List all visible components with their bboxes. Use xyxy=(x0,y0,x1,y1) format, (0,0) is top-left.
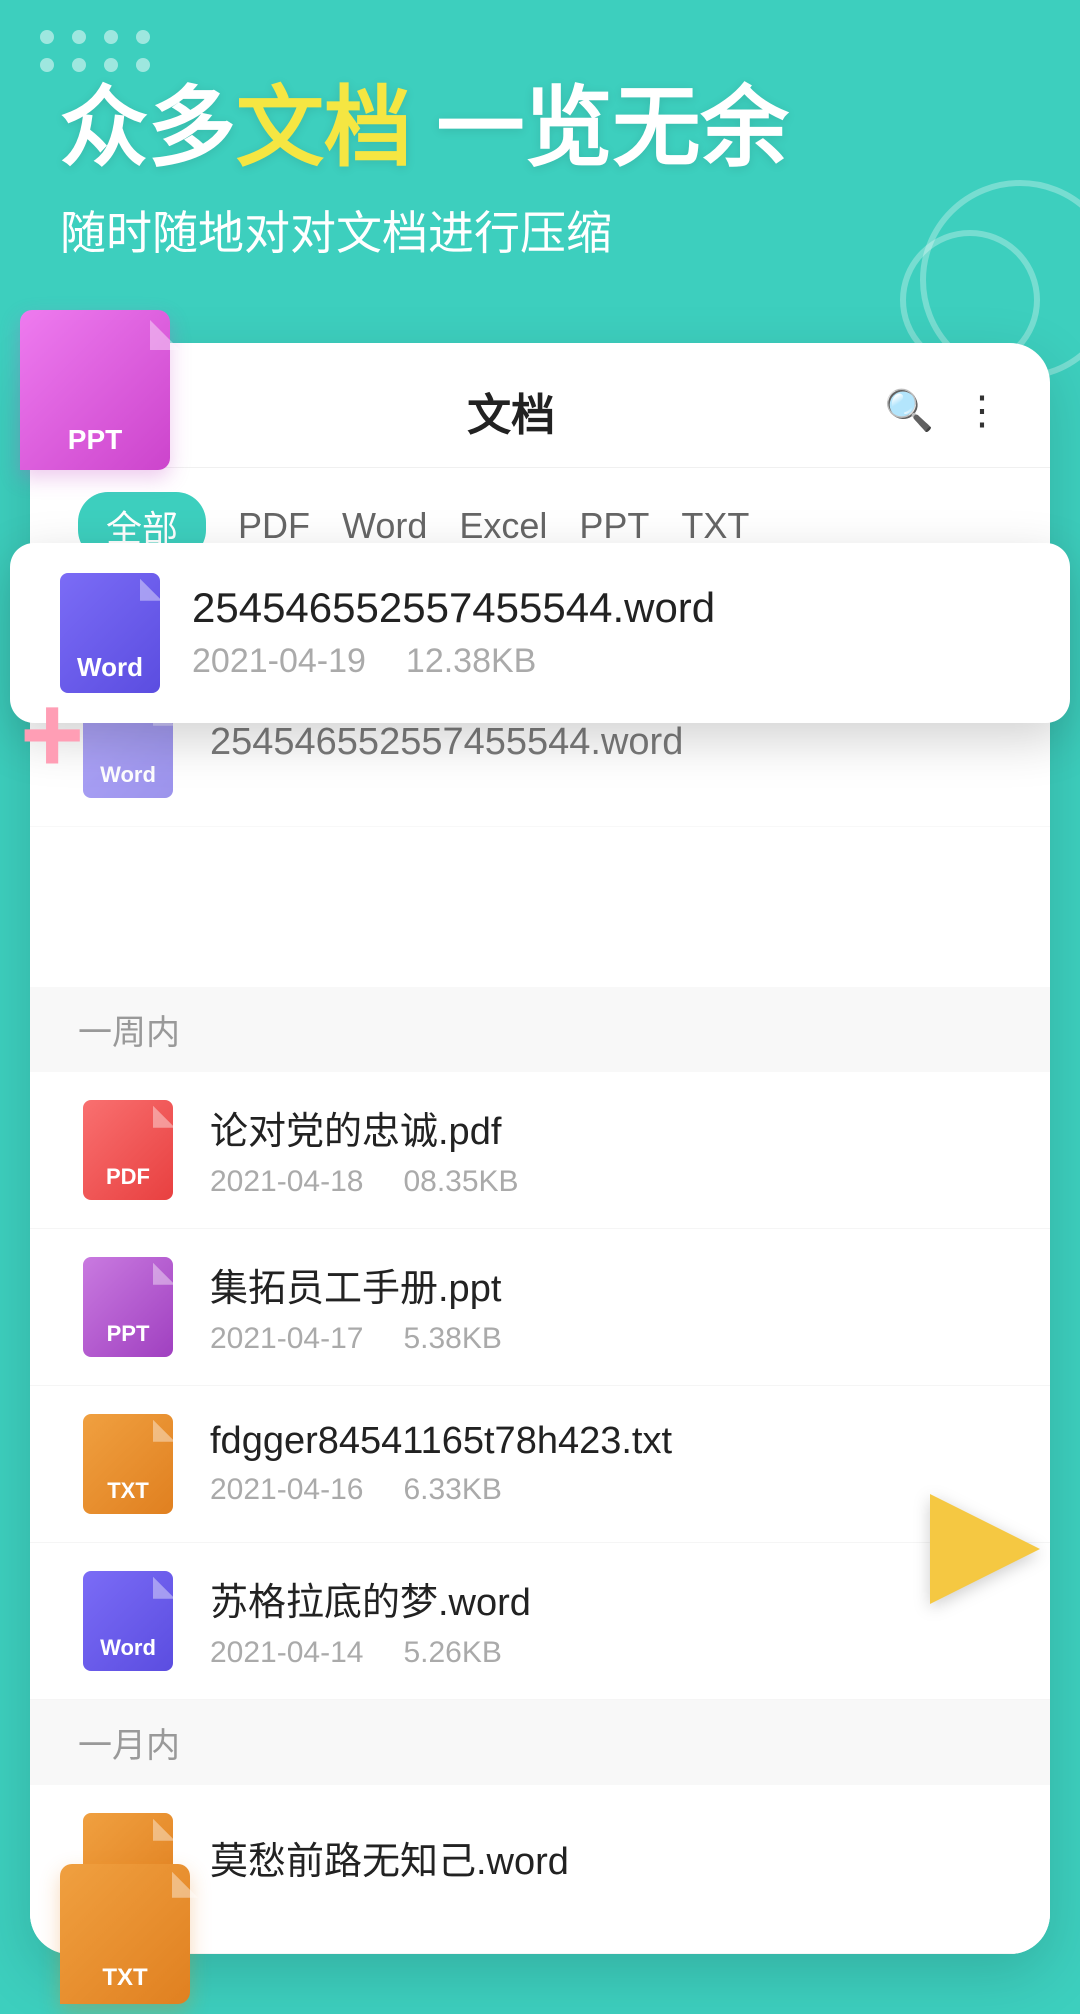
file-name: 苏格拉底的梦.word xyxy=(210,1571,1002,1626)
ppt-icon: PPT xyxy=(83,1257,173,1357)
floating-file-name: 254546552557455544.word xyxy=(192,584,1020,632)
txt-deco-label: TXT xyxy=(102,1964,147,1992)
tab-word[interactable]: Word xyxy=(342,505,427,547)
tab-excel[interactable]: Excel xyxy=(459,505,547,547)
title-part2: 一览无余 xyxy=(412,78,788,177)
table-row[interactable]: Word 苏格拉底的梦.word 2021-04-14 5.26KB xyxy=(30,1543,1050,1700)
top-section: 众多文档 一览无余 随时随地对对文档进行压缩 xyxy=(0,0,1080,343)
tab-txt[interactable]: TXT xyxy=(681,505,749,547)
icon-label: Word xyxy=(100,762,156,788)
icon-label: TXT xyxy=(107,1478,149,1504)
file-name: 论对党的忠诚.pdf xyxy=(210,1100,1002,1155)
icon-label: Word xyxy=(100,1635,156,1661)
file-date: 2021-04-18 xyxy=(210,1165,363,1199)
ppt-deco-label: PPT xyxy=(68,424,122,456)
file-info: 论对党的忠诚.pdf 2021-04-18 08.35KB xyxy=(210,1100,1002,1199)
pdf-icon: PDF xyxy=(83,1100,173,1200)
file-name: fdgger84541165t78h423.txt xyxy=(210,1420,1002,1463)
section-month: 一月内 xyxy=(30,1700,1050,1785)
subtitle: 随时随地对对文档进行压缩 xyxy=(60,197,1020,263)
tab-pdf[interactable]: PDF xyxy=(238,505,310,547)
floating-file-item[interactable]: Word 254546552557455544.word 2021-04-19 … xyxy=(10,543,1070,723)
floating-file-size: 12.38KB xyxy=(406,642,536,681)
file-meta: 2021-04-18 08.35KB xyxy=(210,1165,1002,1199)
file-icon-wrapper: Word xyxy=(78,1571,178,1671)
file-size: 6.33KB xyxy=(403,1473,501,1507)
file-size: 5.26KB xyxy=(403,1636,501,1670)
floating-file-meta: 2021-04-19 12.38KB xyxy=(192,642,1020,681)
icon-label: PDF xyxy=(106,1164,150,1190)
nav-icons: 🔍 ⋮ xyxy=(884,387,1002,434)
nav-bar: ‹ 文档 🔍 ⋮ xyxy=(30,343,1050,468)
file-info: 集拓员工手册.ppt 2021-04-17 5.38KB xyxy=(210,1257,1002,1356)
file-icon-wrapper: PPT xyxy=(78,1257,178,1357)
floating-file-info: 254546552557455544.word 2021-04-19 12.38… xyxy=(192,584,1020,681)
file-meta: 2021-04-17 5.38KB xyxy=(210,1322,1002,1356)
file-info: 254546552557455544.word xyxy=(210,721,1002,774)
file-name: 254546552557455544.word xyxy=(210,721,1002,764)
nav-title: 文档 xyxy=(138,379,884,443)
file-info: 莫愁前路无知己.word xyxy=(210,1830,1002,1895)
more-icon[interactable]: ⋮ xyxy=(962,388,1002,434)
file-name: 莫愁前路无知己.word xyxy=(210,1830,1002,1885)
table-row[interactable]: PDF 论对党的忠诚.pdf 2021-04-18 08.35KB xyxy=(30,1072,1050,1229)
file-date: 2021-04-14 xyxy=(210,1636,363,1670)
file-size: 08.35KB xyxy=(403,1165,518,1199)
file-date: 2021-04-16 xyxy=(210,1473,363,1507)
search-icon[interactable]: 🔍 xyxy=(884,387,934,434)
icon-label: PPT xyxy=(107,1321,150,1347)
floating-spacer xyxy=(30,827,1050,987)
play-decoration xyxy=(930,1494,1050,1614)
txt-decoration: TXT xyxy=(60,1864,190,2004)
ppt-decoration: PPT xyxy=(20,310,180,480)
file-info: 苏格拉底的梦.word 2021-04-14 5.26KB xyxy=(210,1571,1002,1670)
file-info: fdgger84541165t78h423.txt 2021-04-16 6.3… xyxy=(210,1420,1002,1507)
file-date: 2021-04-17 xyxy=(210,1322,363,1356)
phone-card-wrapper: Word 254546552557455544.word 2021-04-19 … xyxy=(30,343,1050,1954)
table-row[interactable]: TXT fdgger84541165t78h423.txt 2021-04-16… xyxy=(30,1386,1050,1543)
floating-icon-label: Word xyxy=(77,652,143,683)
txt-icon: TXT xyxy=(83,1414,173,1514)
plus-decoration: + xyxy=(20,680,84,790)
title-highlight: 文档 xyxy=(236,78,412,177)
main-title: 众多文档 一览无余 xyxy=(60,80,1020,177)
file-meta: 2021-04-14 5.26KB xyxy=(210,1636,1002,1670)
file-name: 集拓员工手册.ppt xyxy=(210,1257,1002,1312)
file-meta: 2021-04-16 6.33KB xyxy=(210,1473,1002,1507)
floating-file-date: 2021-04-19 xyxy=(192,642,366,681)
section-week: 一周内 xyxy=(30,987,1050,1072)
table-row[interactable]: PPT 集拓员工手册.ppt 2021-04-17 5.38KB xyxy=(30,1229,1050,1386)
floating-file-icon-wrapper: Word xyxy=(60,583,160,683)
title-part1: 众多 xyxy=(60,78,236,177)
file-icon-wrapper: PDF xyxy=(78,1100,178,1200)
word-icon-2: Word xyxy=(83,1571,173,1671)
tab-ppt[interactable]: PPT xyxy=(579,505,649,547)
file-size: 5.38KB xyxy=(403,1322,501,1356)
file-icon-wrapper: TXT xyxy=(78,1414,178,1514)
